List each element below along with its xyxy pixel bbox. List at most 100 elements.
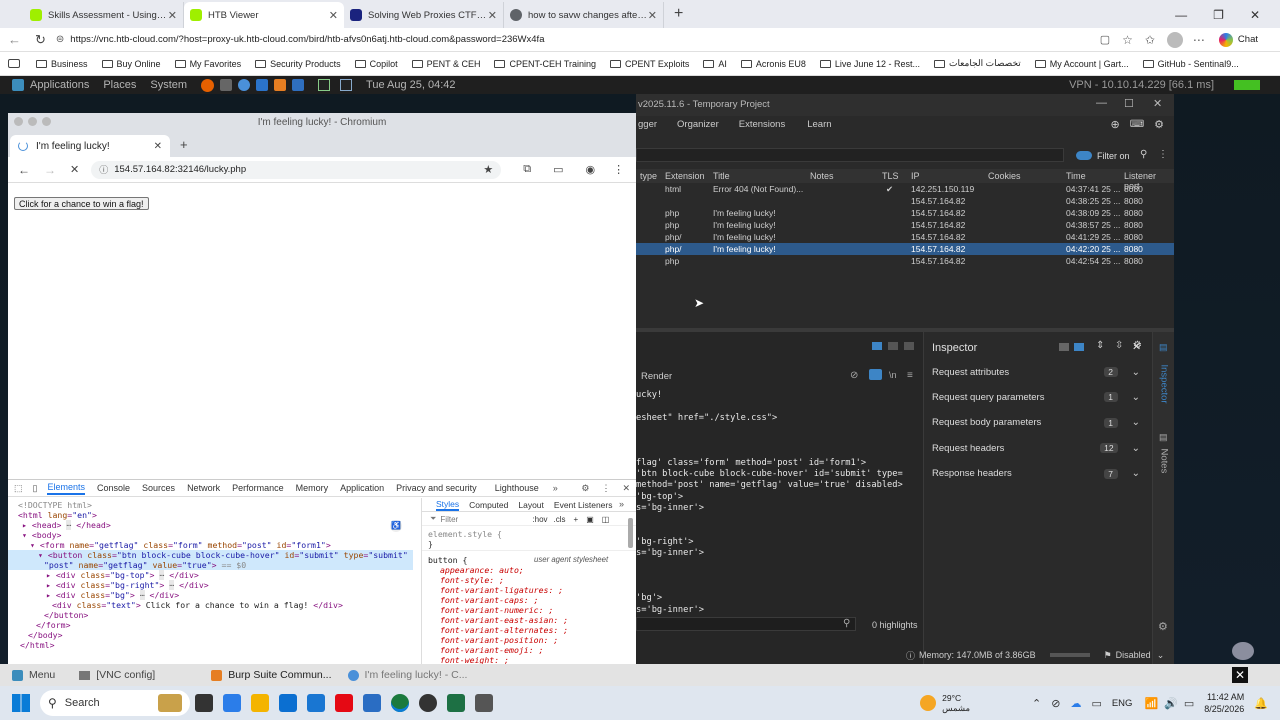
chevron-down-icon[interactable]: ⌄: [1132, 468, 1140, 479]
snipping-tool-icon[interactable]: [475, 694, 493, 712]
burp-menu-extensions[interactable]: Extensions: [739, 119, 785, 130]
favorite-item[interactable]: Security Products: [255, 59, 341, 69]
cls-toggle[interactable]: .cls: [554, 515, 566, 524]
applications-menu[interactable]: Applications: [30, 79, 89, 91]
devtools-tab[interactable]: Console: [97, 483, 130, 493]
css-property[interactable]: font-variant-numeric: ;: [440, 605, 568, 615]
close-window-icon[interactable]: ✕: [1250, 8, 1260, 22]
bookmark-star-icon[interactable]: ★: [483, 163, 493, 176]
styles-tab[interactable]: Layout: [518, 500, 544, 510]
gear-icon[interactable]: ⚙: [581, 483, 589, 494]
devtools-tab[interactable]: Memory: [296, 483, 329, 493]
newline-icon[interactable]: \n: [889, 370, 897, 380]
favorite-item[interactable]: CPENT Exploits: [610, 59, 689, 69]
browser-tab-1[interactable]: Skills Assessment - Using Web Pro ✕: [24, 2, 184, 28]
taskbar-item-vnc[interactable]: [VNC config]: [96, 669, 155, 681]
burp-icon[interactable]: [274, 79, 287, 91]
devtools-tab[interactable]: Sources: [142, 483, 175, 493]
table-row[interactable]: php I'm feeling lucky! 154.57.164.82 04:38:…: [636, 219, 1174, 231]
favorite-item[interactable]: تخصصات الجامعات: [933, 58, 1021, 69]
table-row[interactable]: html Error 404 (Not Found)... ✔ 142.251.150…: [636, 183, 1174, 195]
file-explorer-icon[interactable]: [251, 694, 269, 712]
favorite-item[interactable]: Business: [36, 59, 88, 69]
hov-toggle[interactable]: :hov: [532, 515, 547, 524]
sidebar-toggle-icon[interactable]: ◫: [602, 515, 610, 524]
devtools-tab[interactable]: Application: [340, 483, 384, 493]
table-row[interactable]: php/I'm feeling lucky! 154.57.164.82 04:41…: [636, 231, 1174, 243]
burp-menu-learn[interactable]: Learn: [807, 119, 831, 130]
back-icon[interactable]: ←: [18, 163, 30, 177]
places-menu[interactable]: Places: [103, 79, 136, 91]
column-header[interactable]: Notes: [810, 171, 834, 181]
terminal-icon[interactable]: [318, 79, 331, 91]
collapse-icon[interactable]: ⇳: [1115, 340, 1123, 351]
close-icon[interactable]: ✕: [329, 9, 338, 22]
table-row[interactable]: php 154.57.164.82 04:42:54 25 ... 8080: [636, 255, 1174, 267]
chevron-down-icon[interactable]: ⌄: [1132, 443, 1140, 454]
github-icon[interactable]: [419, 694, 437, 712]
inspect-element-icon[interactable]: ⬚: [14, 483, 23, 494]
devtools-tab[interactable]: Elements: [47, 482, 85, 495]
favorite-item[interactable]: Buy Online: [101, 59, 161, 69]
task-view-icon[interactable]: [195, 694, 213, 712]
chromium-icon[interactable]: [238, 79, 251, 91]
chevron-down-icon[interactable]: ⌄: [1132, 417, 1140, 428]
outlook-icon[interactable]: [307, 694, 325, 712]
response-search-input[interactable]: [636, 617, 856, 631]
kebab-menu-icon[interactable]: ⋮: [613, 163, 624, 176]
excel-icon[interactable]: [447, 694, 465, 712]
tab-actions-icon[interactable]: ▢: [1100, 33, 1110, 46]
table-row[interactable]: 154.57.164.82 04:38:25 25 ... 8080: [636, 195, 1174, 207]
outlook-mail-icon[interactable]: [363, 694, 381, 712]
favorite-item[interactable]: My Favorites: [174, 59, 241, 69]
copilot-icon[interactable]: [1218, 32, 1233, 47]
inspector-side-icon[interactable]: ▤: [1159, 342, 1168, 353]
taskbar-search-input[interactable]: Search: [65, 697, 100, 709]
disabled-status[interactable]: Disabled: [1116, 650, 1151, 660]
avatar[interactable]: [1166, 31, 1183, 48]
volume-icon[interactable]: 🔊: [1164, 697, 1178, 710]
favorite-item[interactable]: My Account | Gart...: [1034, 59, 1129, 69]
close-icon[interactable]: ✕: [648, 9, 657, 22]
close-icon[interactable]: ✕: [1153, 97, 1162, 110]
favorite-item[interactable]: Acronis EU8: [740, 59, 806, 69]
back-icon[interactable]: ←: [8, 32, 21, 47]
tray-icon[interactable]: ▭: [1091, 697, 1101, 710]
inspector-item[interactable]: Request query parameters 1 ⌄: [924, 389, 1144, 405]
add-rule-icon[interactable]: +: [574, 515, 579, 524]
notification-bell-icon[interactable]: 🔔: [1254, 697, 1268, 710]
terminal-icon[interactable]: ⌨: [1130, 119, 1144, 130]
expand-icon[interactable]: ⇕: [1096, 340, 1104, 351]
onedrive-icon[interactable]: ☁: [1070, 697, 1081, 710]
hide-icon[interactable]: ⊘: [850, 370, 858, 381]
stop-icon[interactable]: ✕: [70, 163, 79, 176]
windows-start-icon[interactable]: [12, 694, 30, 712]
close-icon[interactable]: ✕: [488, 9, 497, 22]
app-icon[interactable]: [292, 79, 305, 91]
gear-icon[interactable]: ⚙: [1158, 620, 1168, 633]
inspector-item[interactable]: Request attributes 2 ⌄: [924, 364, 1144, 380]
column-header[interactable]: IP: [911, 171, 920, 181]
table-row[interactable]: php/I'm feeling lucky! 154.57.164.82 04:42…: [636, 243, 1174, 255]
column-header[interactable]: TLS: [882, 171, 899, 181]
collections-icon[interactable]: ✩: [1145, 33, 1155, 47]
computed-toggle-icon[interactable]: ▣: [586, 515, 594, 524]
copilot-icon[interactable]: [223, 694, 241, 712]
favorite-star-icon[interactable]: ☆: [1122, 33, 1133, 47]
browser-tab-2[interactable]: HTB Viewer ✕: [184, 2, 344, 28]
menu-icon[interactable]: ≡: [907, 370, 913, 381]
start-menu-button[interactable]: Menu: [29, 669, 55, 681]
notes-side-icon[interactable]: ▤: [1159, 432, 1168, 443]
browser-tab-4[interactable]: how to savw changes after doing ✕: [504, 2, 664, 28]
filter-toggle[interactable]: [1076, 151, 1092, 160]
edge-icon[interactable]: [391, 694, 409, 712]
inspector-item[interactable]: Request body parameters 1 ⌄: [924, 415, 1144, 431]
inspector-side-tab[interactable]: Inspector: [1159, 365, 1170, 411]
chat-button[interactable]: Chat: [1238, 34, 1258, 45]
styles-tab[interactable]: Styles: [436, 499, 460, 511]
cast-icon[interactable]: ▭: [553, 163, 563, 176]
devtools-tab[interactable]: Privacy and security: [396, 483, 477, 493]
css-property[interactable]: font-variant-east-asian: ;: [440, 615, 568, 625]
address-bar[interactable]: 154.57.164.82:32146/lucky.php: [114, 164, 246, 175]
device-toolbar-icon[interactable]: ▯: [33, 483, 38, 494]
